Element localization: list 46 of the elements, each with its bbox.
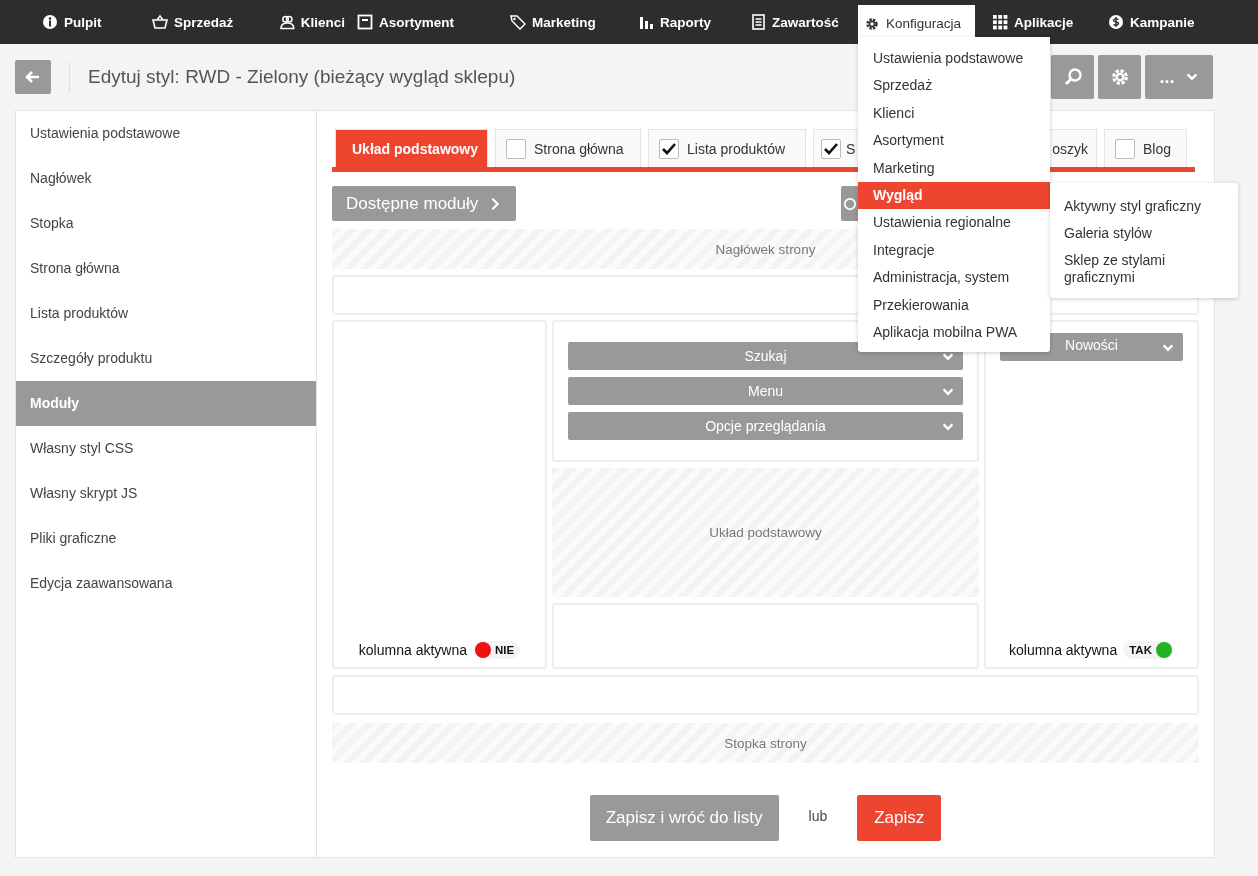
nav-item[interactable]: Aplikacje <box>980 0 1096 44</box>
sidebar-item[interactable]: Ustawienia podstawowe <box>16 111 316 156</box>
tab[interactable]: Strona główna <box>495 129 641 167</box>
tab[interactable]: Blog <box>1104 129 1187 167</box>
sidebar-item[interactable]: Stopka <box>16 201 316 246</box>
nav-item[interactable]: Kampanie <box>1096 0 1246 44</box>
menu-item[interactable]: Ustawienia regionalne <box>858 209 1050 237</box>
menu-item[interactable]: Klienci <box>858 99 1050 128</box>
menu-item[interactable]: Ustawienia podstawowe <box>858 45 1050 73</box>
sidebar-item[interactable]: Strona główna <box>16 246 316 291</box>
sidebar-item[interactable]: Szczegóły produktu <box>16 336 316 381</box>
sidebar-item[interactable]: Pliki graficzne <box>16 516 316 561</box>
status-toggle[interactable]: NIE <box>473 641 521 659</box>
menu-item[interactable]: Sprzedaż <box>858 72 1050 100</box>
sidebar-item[interactable]: Własny skrypt JS <box>16 471 316 516</box>
tab[interactable]: Lista produktów <box>648 129 806 167</box>
or-text: lub <box>808 808 828 824</box>
menu-item[interactable]: Aktywny styl graficzny <box>1064 198 1224 215</box>
menu-item[interactable]: Wygląd <box>858 181 1050 210</box>
nav-item[interactable]: Asortyment <box>345 0 498 44</box>
sidebar-item[interactable]: Edycja zaawansowana <box>16 561 316 606</box>
menu-item[interactable]: Integracje <box>858 236 1050 265</box>
sidebar-item[interactable]: Własny styl CSS <box>16 426 316 471</box>
sidebar-item[interactable]: Lista produktów <box>16 291 316 336</box>
status-toggle[interactable]: TAK <box>1123 641 1174 659</box>
nav-item[interactable]: Marketing <box>498 0 626 44</box>
nav-item[interactable]: Pulpit <box>30 0 140 44</box>
nav-item[interactable]: Raporty <box>626 0 738 44</box>
menu-item[interactable]: Administracja, system <box>858 264 1050 292</box>
sidebar-item[interactable]: Nagłówek <box>16 156 316 201</box>
save-button[interactable]: Zapisz <box>857 795 942 841</box>
menu-item[interactable]: Galeria stylów <box>1064 225 1224 242</box>
zone-label: Nagłówek strony <box>715 241 816 257</box>
menu-item[interactable]: Przekierowania <box>858 291 1050 319</box>
menu-item[interactable]: Sklep ze stylami graficznymi <box>1064 252 1224 286</box>
zone-label: Układ podstawowy <box>709 525 822 540</box>
column-status-label: kolumna aktywna <box>358 642 467 658</box>
nav-item[interactable]: Klienci <box>268 0 345 44</box>
nav-item[interactable]: Sprzedaż <box>140 0 268 44</box>
zone-label: Stopka strony <box>724 735 807 751</box>
menu-item[interactable]: Asortyment <box>858 127 1050 155</box>
menu-item[interactable]: Marketing <box>858 154 1050 182</box>
nav-item[interactable]: Zawartość <box>738 0 858 44</box>
tab[interactable]: Układ podstawowy <box>335 129 488 167</box>
column-status-label: kolumna aktywna <box>1009 642 1118 658</box>
page-title: Edytuj styl: RWD - Zielony (bieżący wygląd sklepu) <box>88 66 516 88</box>
